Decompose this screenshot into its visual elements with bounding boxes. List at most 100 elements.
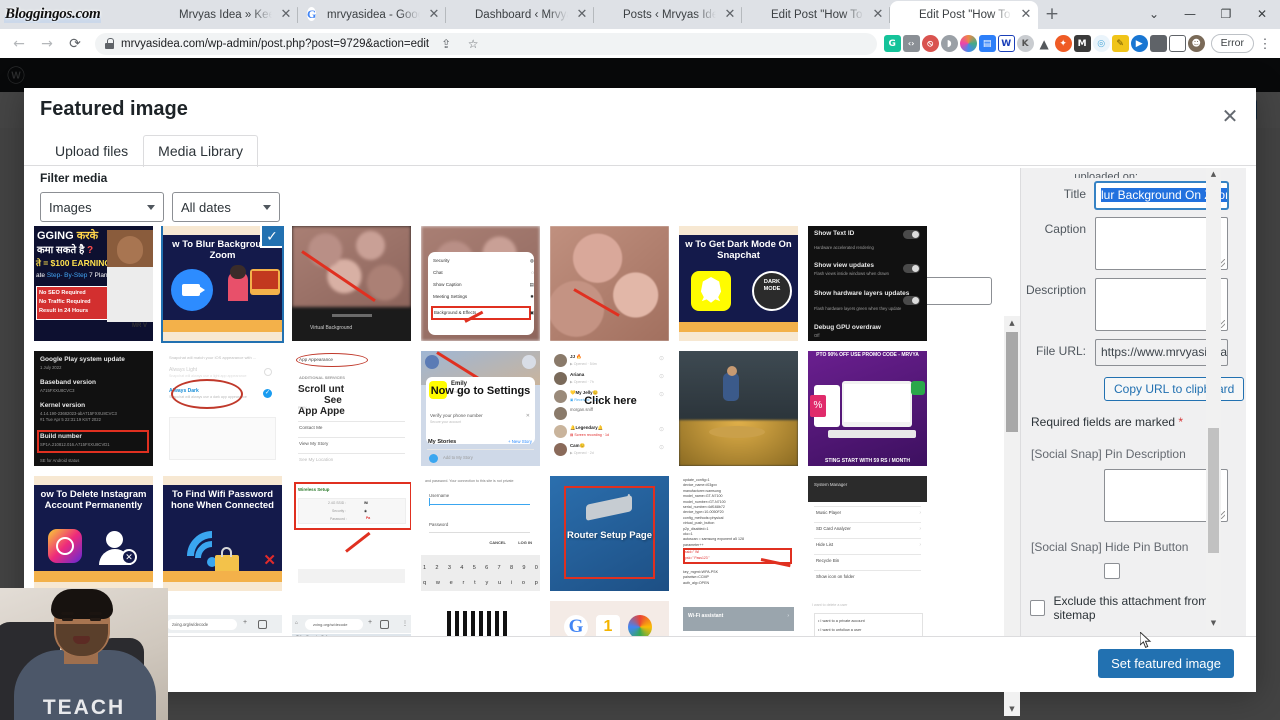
person-eyebrow-left: [61, 612, 74, 615]
tab-upload-files[interactable]: Upload files: [40, 135, 143, 167]
scroll-down-arrow-icon[interactable]: ▼: [1206, 617, 1221, 630]
media-item-hosting-promo-banner[interactable]: PTO 90% OFF USE PROMO CODE - MRVYA % STI…: [808, 351, 927, 466]
person-mouth: [73, 636, 90, 644]
tab-close-icon[interactable]: ✕: [574, 7, 590, 23]
browser-tab-1[interactable]: G mrvyasidea - Google S ✕: [298, 1, 446, 29]
tab-close-icon[interactable]: ✕: [870, 7, 886, 23]
globe-icon: [159, 8, 173, 22]
tabs-divider: [24, 165, 1256, 166]
media-item-snapchat-dark-mode[interactable]: w To Get Dark Mode On Snapchat DARK MODE: [679, 226, 798, 341]
puzzle-orange-icon[interactable]: ✦: [1054, 35, 1072, 52]
media-item-qr-scan-app-row[interactable]: System Manager Music Player SD Card Anal…: [808, 476, 927, 591]
close-window-button[interactable]: ✕: [1244, 0, 1280, 29]
tab-close-icon[interactable]: ✕: [722, 7, 738, 23]
error-badge[interactable]: Error: [1210, 34, 1254, 53]
share-icon[interactable]: ⇪: [436, 34, 456, 54]
tab-close-icon[interactable]: ✕: [278, 7, 294, 23]
moz-icon[interactable]: M: [1073, 35, 1091, 52]
tab-search-icon[interactable]: ⌄: [1136, 0, 1172, 29]
scroll-down-arrow-icon[interactable]: ▼: [1004, 702, 1020, 716]
media-item-snapchat-always-dark[interactable]: Snapchat will match your iOS appearance …: [163, 351, 282, 466]
new-tab-button[interactable]: +: [1038, 1, 1066, 29]
blue-circle-icon[interactable]: ▶: [1130, 35, 1148, 52]
back-button[interactable]: ←: [6, 31, 32, 57]
media-item-app-appearance-menu[interactable]: App Appearance ADDITIONAL SERVICES Scrol…: [292, 351, 411, 466]
media-type-select[interactable]: Images: [40, 192, 164, 222]
media-item-snapchat-click-here-list[interactable]: JJ 🔥 ▶ Opened · 54m Ariana ▶ Opened · 7h…: [550, 351, 669, 466]
set-featured-image-button[interactable]: Set featured image: [1098, 649, 1234, 678]
adblock-icon[interactable]: ⦸: [921, 35, 939, 52]
shirt-text: TEACH: [42, 696, 126, 719]
browser-tab-3[interactable]: Posts ‹ Mrvyas Idea – ✕: [594, 1, 742, 29]
scrollbar-thumb[interactable]: [1208, 428, 1219, 553]
media-item-blogging-earning[interactable]: GGING करके कमा सकते है ? ते = $100 EARNI…: [34, 226, 153, 341]
bookmark-star-icon[interactable]: ☆: [463, 34, 483, 54]
ahrefs-icon[interactable]: ▲: [1035, 35, 1053, 52]
globe-icon: [899, 8, 913, 22]
scroll-up-arrow-icon[interactable]: ▲: [1004, 316, 1020, 330]
extensions-puzzle-icon[interactable]: [1149, 35, 1167, 52]
maximize-button[interactable]: ❐: [1208, 0, 1244, 29]
date-filter-select[interactable]: All dates: [172, 192, 280, 222]
media-item-wireless-setup-router[interactable]: Wireless Setup 2.4G SSID : Wi Security :…: [292, 476, 411, 591]
media-item-router-setup-page[interactable]: Router Setup Page: [550, 476, 669, 591]
media-item-device-config-text[interactable]: update_config=1 device_name=i03gxx manufac…: [679, 476, 798, 591]
media-item-android-build-number[interactable]: Google Play system update 1 July 2022 Ba…: [34, 351, 153, 466]
browser-tab-0[interactable]: Mrvyas Idea » Keep R ✕: [150, 1, 298, 29]
profile-avatar[interactable]: ☻: [1187, 35, 1205, 52]
browser-tab-2[interactable]: Dashboard ‹ Mrvyas Id ✕: [446, 1, 594, 29]
ink-drop-icon[interactable]: ◗: [940, 35, 958, 52]
exclude-sitemap-checkbox[interactable]: [1030, 600, 1046, 616]
media-item-coins-figure-photo[interactable]: [679, 351, 798, 466]
field-label: Password: [429, 522, 449, 527]
file-url-label: File URL:: [1035, 344, 1086, 358]
row-label: Google Play system update: [40, 356, 125, 363]
copy-url-button[interactable]: Copy URL to clipboard: [1104, 377, 1245, 401]
wordstream-icon[interactable]: W: [997, 35, 1015, 52]
tab-media-library[interactable]: Media Library: [143, 135, 258, 167]
media-grid-scroll-area[interactable]: GGING करके कमा सकते है ? ते = $100 EARNI…: [34, 226, 1000, 684]
hide-pin-checkbox[interactable]: [1104, 563, 1120, 579]
globe-icon: [751, 8, 765, 22]
media-item-flower-blur-background[interactable]: [550, 226, 669, 341]
browser-tab-4[interactable]: Edit Post "How To Blu ✕: [742, 1, 890, 29]
media-item-zoom-settings-menu[interactable]: Security ◍ Chat ◌ Show Caption ▤ Meeting…: [421, 226, 540, 341]
sidebar-scrollbar[interactable]: ▲ ▼: [1206, 168, 1221, 630]
thumb-title: Router Setup Page: [567, 530, 652, 541]
media-item-snapchat-now-go-to-settings[interactable]: Emily emily_sniff Now go to Settings Ver…: [421, 351, 540, 466]
media-item-how-to-blur-background-zoom[interactable]: w To Blur Background Zoom ✓: [161, 226, 284, 343]
reload-button[interactable]: ⟳: [62, 31, 88, 57]
forward-button[interactable]: →: [34, 31, 60, 57]
highlighter-icon[interactable]: ✎: [1111, 35, 1129, 52]
brand-watermark: Bloggingos.com: [0, 0, 150, 29]
address-bar[interactable]: mrvyasidea.com/wp-admin/post.php?post=97…: [95, 32, 877, 55]
media-item-android-dev-options[interactable]: Show Text ID Hardware accelerated render…: [808, 226, 927, 341]
tab-title: Mrvyas Idea » Keep R: [179, 9, 272, 21]
grammarly-icon[interactable]: G: [883, 35, 901, 52]
browser-tab-5-active[interactable]: Edit Post "How To Blu ✕: [890, 1, 1038, 29]
zen-tool-icon[interactable]: ◎: [1092, 35, 1110, 52]
media-item-router-login-page[interactable]: and password. Your connection to this si…: [421, 476, 540, 591]
media-item-blurred-zoom-screenshot[interactable]: Virtual Background: [292, 226, 411, 341]
keyword-tool-icon[interactable]: K: [1016, 35, 1034, 52]
media-item-find-wifi-password[interactable]: To Find Wifi Password hone When Connecte…: [163, 476, 282, 591]
thumb-badge: DARK MODE: [763, 279, 781, 292]
sidebar-toggle-icon[interactable]: [1168, 35, 1186, 52]
media-item-delete-instagram-account[interactable]: ow To Delete Instagram Account Permanent…: [34, 476, 153, 591]
scroll-up-arrow-icon[interactable]: ▲: [1206, 168, 1221, 181]
webcam-overlay: TEACH: [0, 588, 168, 720]
color-wheel-icon[interactable]: [959, 35, 977, 52]
scrollbar-thumb[interactable]: [1006, 332, 1018, 432]
description-label: Description: [1025, 283, 1086, 297]
minimize-button[interactable]: —: [1172, 0, 1208, 29]
thumb-url: zxing.org/w/decode: [167, 619, 237, 630]
tab-close-icon[interactable]: ✕: [426, 7, 442, 23]
close-icon[interactable]: ✕: [1212, 98, 1248, 134]
filter-media-label: Filter media: [40, 171, 108, 185]
tab-close-icon[interactable]: ✕: [1018, 7, 1034, 23]
window-tool-icon[interactable]: ▤: [978, 35, 996, 52]
browser-chrome: Bloggingos.com Mrvyas Idea » Keep R ✕ G …: [0, 0, 1280, 58]
thumb-overlay: Click here: [584, 395, 637, 407]
browser-menu-icon[interactable]: ⋮: [1256, 36, 1274, 52]
code-viewer-icon[interactable]: ‹›: [902, 35, 920, 52]
